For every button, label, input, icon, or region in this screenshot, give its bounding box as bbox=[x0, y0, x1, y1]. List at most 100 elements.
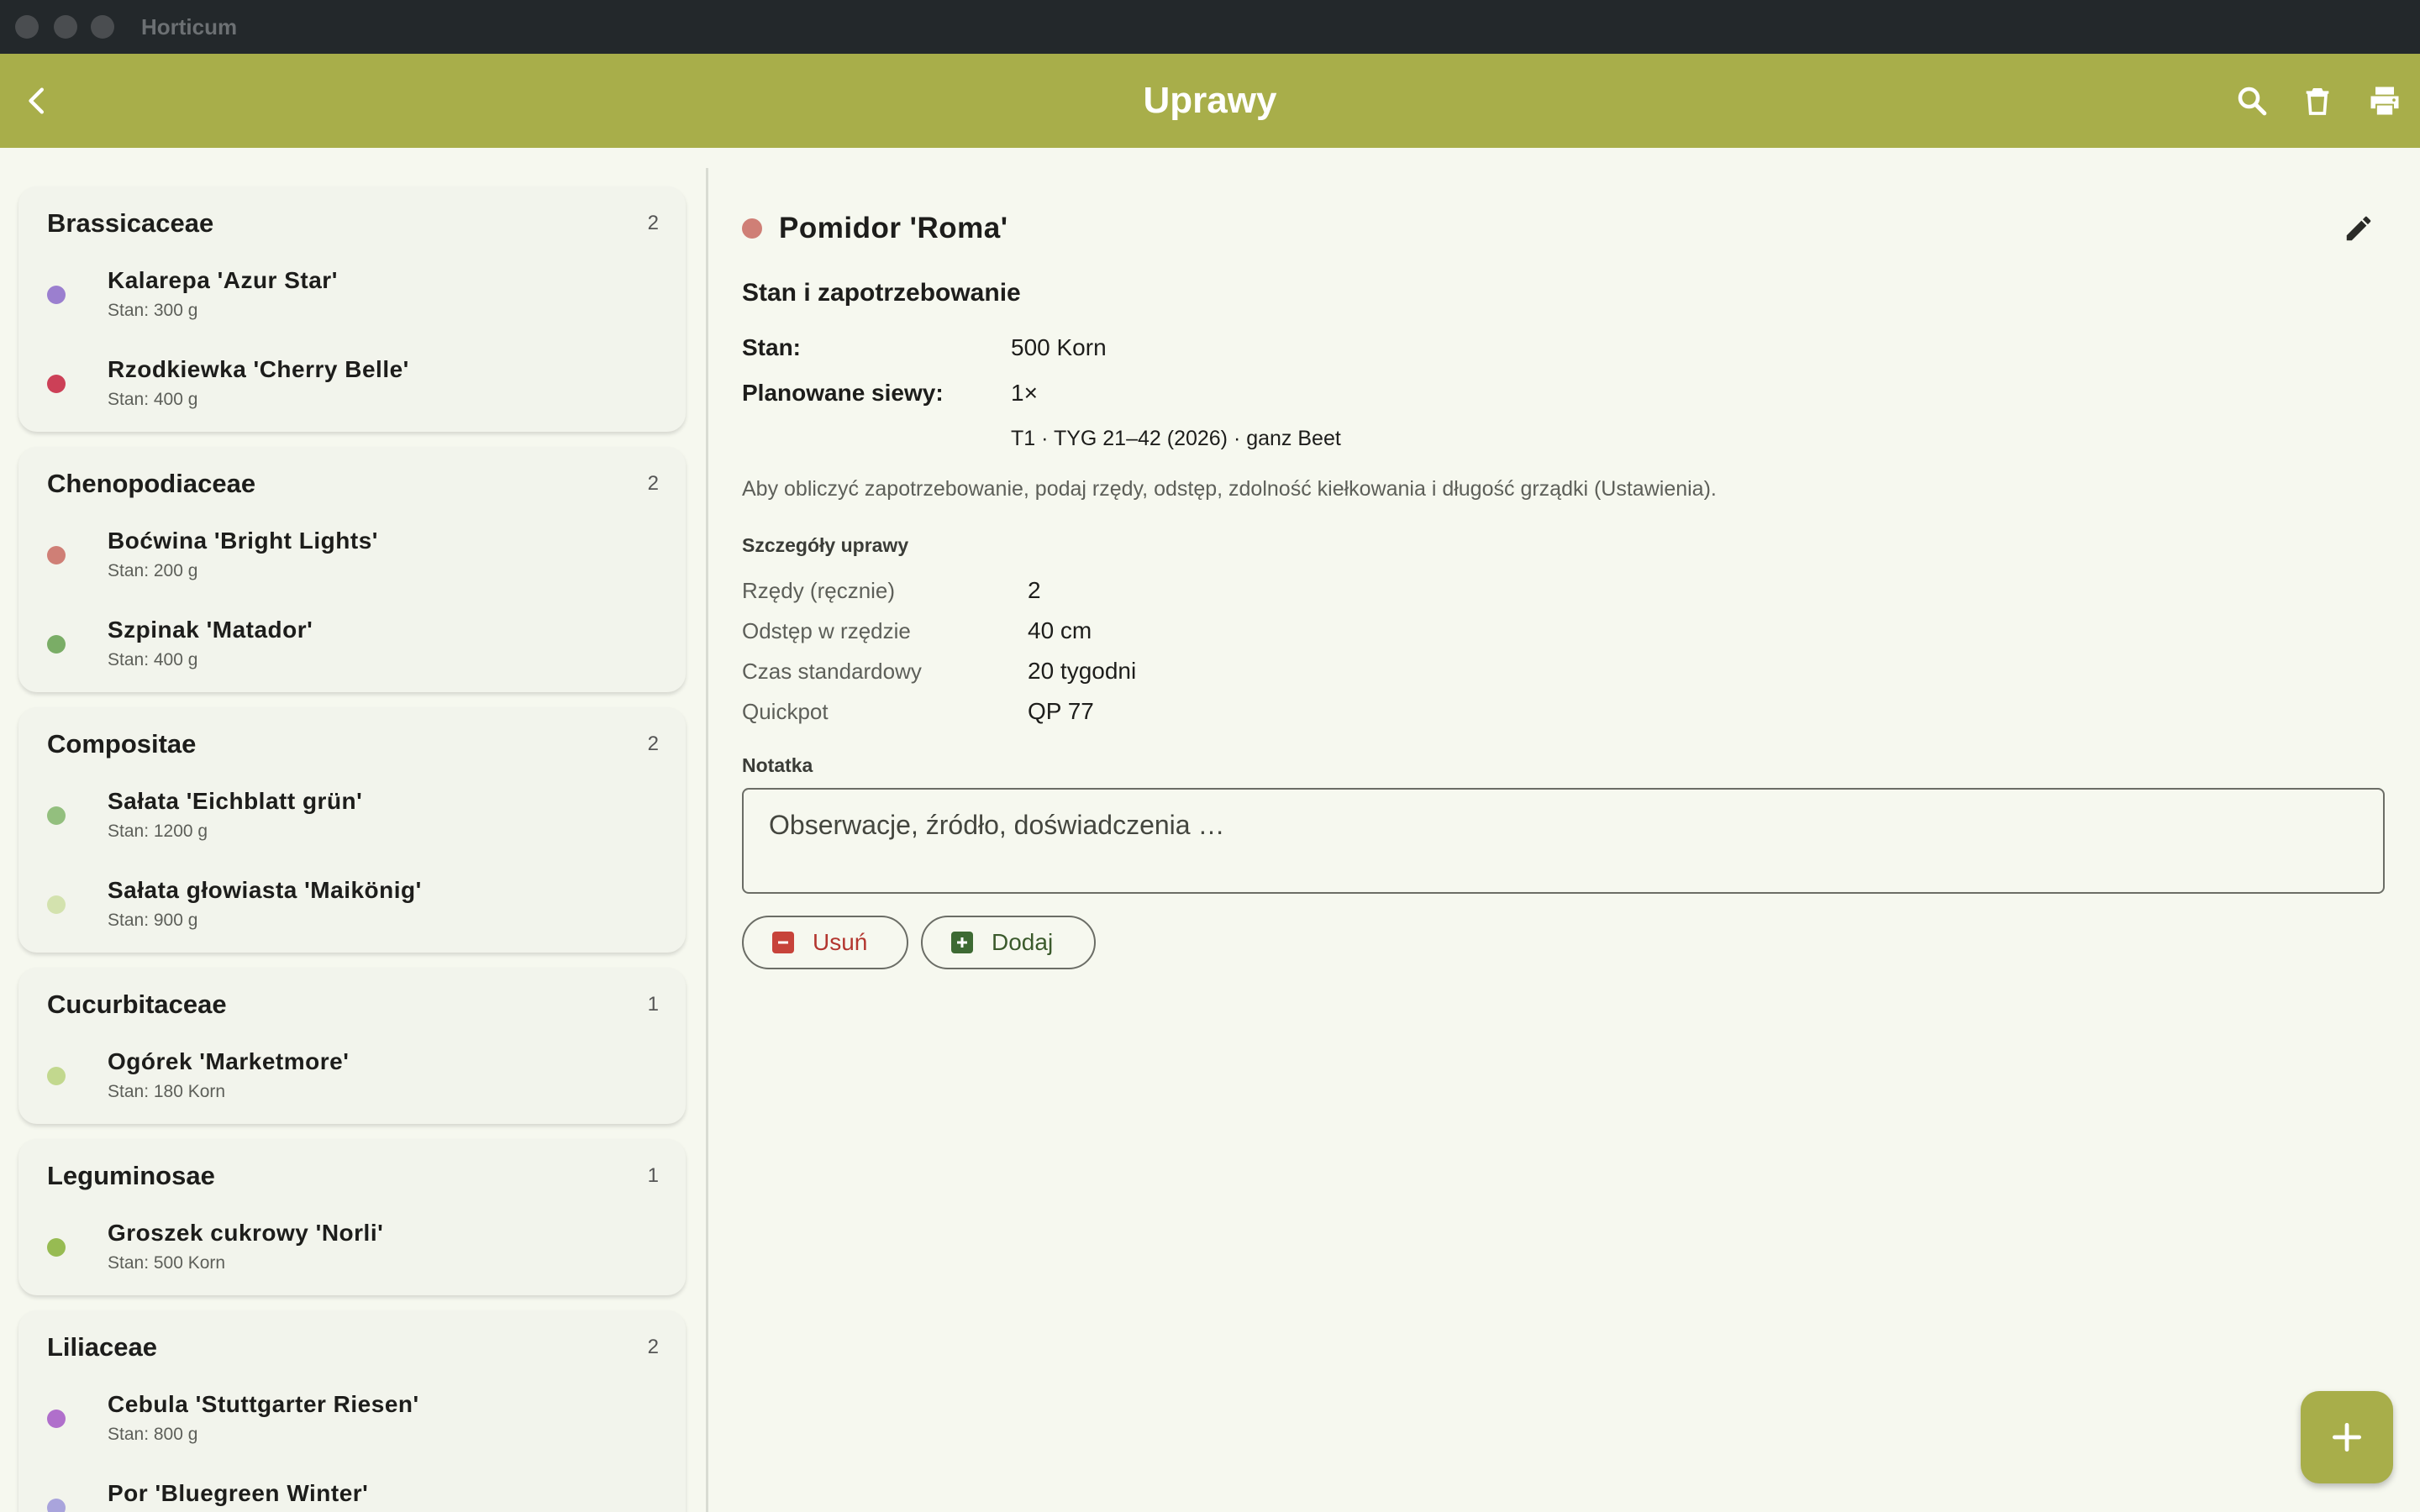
note-label: Notatka bbox=[742, 754, 813, 776]
sowings-value: 1× bbox=[1011, 380, 1038, 406]
window-title: Horticum bbox=[141, 14, 238, 39]
crop-item[interactable]: Cebula 'Stuttgarter Riesen' Stan: 800 g bbox=[18, 1391, 686, 1480]
window-minimize-button[interactable] bbox=[54, 15, 77, 39]
crop-stock: Stan: 200 g bbox=[108, 561, 198, 580]
family-count: 1 bbox=[647, 993, 659, 1016]
spec-value: QP 77 bbox=[1028, 698, 1094, 724]
crop-name: Kalarepa 'Azur Star' bbox=[108, 267, 338, 293]
calculation-hint: Aby obliczyć zapotrzebowanie, podaj rzęd… bbox=[742, 477, 1717, 501]
crop-item[interactable]: Groszek cukrowy 'Norli' Stan: 500 Korn bbox=[18, 1220, 686, 1309]
window-titlebar: Horticum bbox=[0, 0, 2420, 54]
crop-name: Szpinak 'Matador' bbox=[108, 617, 313, 643]
spec-label: Czas standardowy bbox=[742, 659, 922, 684]
crop-stock: Stan: 1200 g bbox=[108, 822, 208, 841]
crop-list: Brassicaceae 2 Kalarepa 'Azur Star' Stan… bbox=[0, 148, 706, 1512]
stock-label: Stan: bbox=[742, 334, 801, 360]
family-title: Compositae bbox=[47, 729, 197, 759]
crop-color-dot bbox=[47, 375, 66, 393]
app-bar: Uprawy bbox=[0, 54, 2420, 148]
print-button[interactable] bbox=[2361, 77, 2408, 124]
family-group-chenopodiaceae: Chenopodiaceae 2 Boćwina 'Bright Lights'… bbox=[18, 447, 686, 692]
window-zoom-button[interactable] bbox=[91, 15, 114, 39]
family-count: 2 bbox=[647, 472, 659, 495]
spec-value: 20 tygodni bbox=[1028, 658, 1137, 684]
family-title: Chenopodiaceae bbox=[47, 469, 256, 498]
chevron-left-icon bbox=[29, 87, 44, 114]
page-title: Uprawy bbox=[1143, 80, 1277, 121]
pencil-icon bbox=[2346, 216, 2371, 241]
family-count: 2 bbox=[647, 212, 659, 234]
crop-color-dot bbox=[47, 895, 66, 914]
crop-item[interactable]: Kalarepa 'Azur Star' Stan: 300 g bbox=[18, 267, 686, 356]
delete-button[interactable] bbox=[2294, 77, 2341, 124]
crop-name: Cebula 'Stuttgarter Riesen' bbox=[108, 1391, 419, 1417]
crop-color-dot bbox=[47, 806, 66, 825]
spec-label: Rzędy (ręcznie) bbox=[742, 578, 896, 603]
family-group-leguminosae: Leguminosae 1 Groszek cukrowy 'Norli' St… bbox=[18, 1139, 686, 1295]
crop-name: Sałata 'Eichblatt grün' bbox=[108, 788, 363, 814]
crop-name: Por 'Bluegreen Winter' bbox=[108, 1480, 369, 1506]
back-button[interactable] bbox=[15, 79, 59, 123]
crop-name: Boćwina 'Bright Lights' bbox=[108, 528, 378, 554]
family-count: 2 bbox=[647, 1336, 659, 1358]
stock-value: 500 Korn bbox=[1011, 334, 1107, 360]
family-title: Liliaceae bbox=[47, 1332, 157, 1362]
crop-item[interactable]: Sałata głowiasta 'Maikönig' Stan: 900 g bbox=[18, 877, 686, 966]
spec-value: 2 bbox=[1028, 577, 1041, 603]
family-group-brassicaceae: Brassicaceae 2 Kalarepa 'Azur Star' Stan… bbox=[18, 186, 686, 432]
crop-stock: Stan: 300 g bbox=[108, 301, 198, 320]
spec-value: 40 cm bbox=[1028, 617, 1092, 643]
specs-title: Szczegóły uprawy bbox=[742, 534, 909, 556]
crop-item[interactable]: Por 'Bluegreen Winter' bbox=[18, 1480, 686, 1512]
crop-color-dot bbox=[47, 1238, 66, 1257]
crop-stock: Stan: 800 g bbox=[108, 1425, 198, 1444]
crop-item[interactable]: Sałata 'Eichblatt grün' Stan: 1200 g bbox=[18, 788, 686, 877]
minus-box-icon bbox=[772, 932, 794, 953]
section-title: Stan i zapotrzebowanie bbox=[742, 279, 1021, 307]
crop-title: Pomidor 'Roma' bbox=[779, 212, 1008, 244]
crop-color-dot bbox=[47, 635, 66, 654]
family-title: Leguminosae bbox=[47, 1161, 215, 1190]
family-title: Cucurbitaceae bbox=[47, 990, 227, 1019]
family-group-cucurbitaceae: Cucurbitaceae 1 Ogórek 'Marketmore' Stan… bbox=[18, 968, 686, 1124]
trash-icon bbox=[2306, 88, 2329, 115]
plus-icon bbox=[2332, 1422, 2362, 1452]
crop-name: Groszek cukrowy 'Norli' bbox=[108, 1220, 384, 1246]
crop-item[interactable]: Rzodkiewka 'Cherry Belle' Stan: 400 g bbox=[18, 356, 686, 445]
family-count: 1 bbox=[647, 1164, 659, 1187]
crop-color-dot bbox=[47, 1067, 66, 1085]
crop-stock: Stan: 900 g bbox=[108, 911, 198, 930]
add-button[interactable]: Dodaj bbox=[921, 916, 1096, 969]
crop-item[interactable]: Szpinak 'Matador' Stan: 400 g bbox=[18, 617, 686, 706]
crop-name: Ogórek 'Marketmore' bbox=[108, 1048, 350, 1074]
crop-stock: Stan: 500 Korn bbox=[108, 1253, 226, 1273]
note-input[interactable] bbox=[769, 806, 2349, 843]
note-field[interactable] bbox=[742, 788, 2385, 894]
add-crop-fab[interactable] bbox=[2301, 1391, 2393, 1483]
crop-stock: Stan: 400 g bbox=[108, 650, 198, 669]
family-count: 2 bbox=[647, 732, 659, 755]
crop-color-dot bbox=[47, 546, 66, 564]
sowing-detail: T1 · TYG 21–42 (2026) · ganz Beet bbox=[1011, 427, 1341, 450]
family-group-liliaceae: Liliaceae 2 Cebula 'Stuttgarter Riesen' … bbox=[18, 1310, 686, 1512]
crop-color-dot bbox=[47, 286, 66, 304]
crop-stock: Stan: 180 Korn bbox=[108, 1082, 226, 1101]
window-close-button[interactable] bbox=[15, 15, 39, 39]
plus-box-icon bbox=[951, 932, 973, 953]
crop-item[interactable]: Ogórek 'Marketmore' Stan: 180 Korn bbox=[18, 1048, 686, 1137]
edit-button[interactable] bbox=[2337, 207, 2381, 250]
remove-button[interactable]: Usuń bbox=[742, 916, 908, 969]
family-title: Brassicaceae bbox=[47, 208, 214, 238]
crop-color-dot bbox=[47, 1499, 66, 1512]
spec-label: Odstęp w rzędzie bbox=[742, 618, 911, 643]
search-icon bbox=[2238, 87, 2267, 116]
add-button-label: Dodaj bbox=[992, 929, 1054, 955]
crop-detail-pane: Pomidor 'Roma' Stan i zapotrzebowanie St… bbox=[708, 148, 2420, 1512]
search-button[interactable] bbox=[2228, 77, 2275, 124]
crop-item[interactable]: Boćwina 'Bright Lights' Stan: 200 g bbox=[18, 528, 686, 617]
crop-stock: Stan: 400 g bbox=[108, 390, 198, 409]
remove-button-label: Usuń bbox=[813, 929, 868, 955]
crop-name: Sałata głowiasta 'Maikönig' bbox=[108, 877, 422, 903]
printer-icon bbox=[2370, 87, 2399, 115]
sowings-label: Planowane siewy: bbox=[742, 380, 944, 406]
